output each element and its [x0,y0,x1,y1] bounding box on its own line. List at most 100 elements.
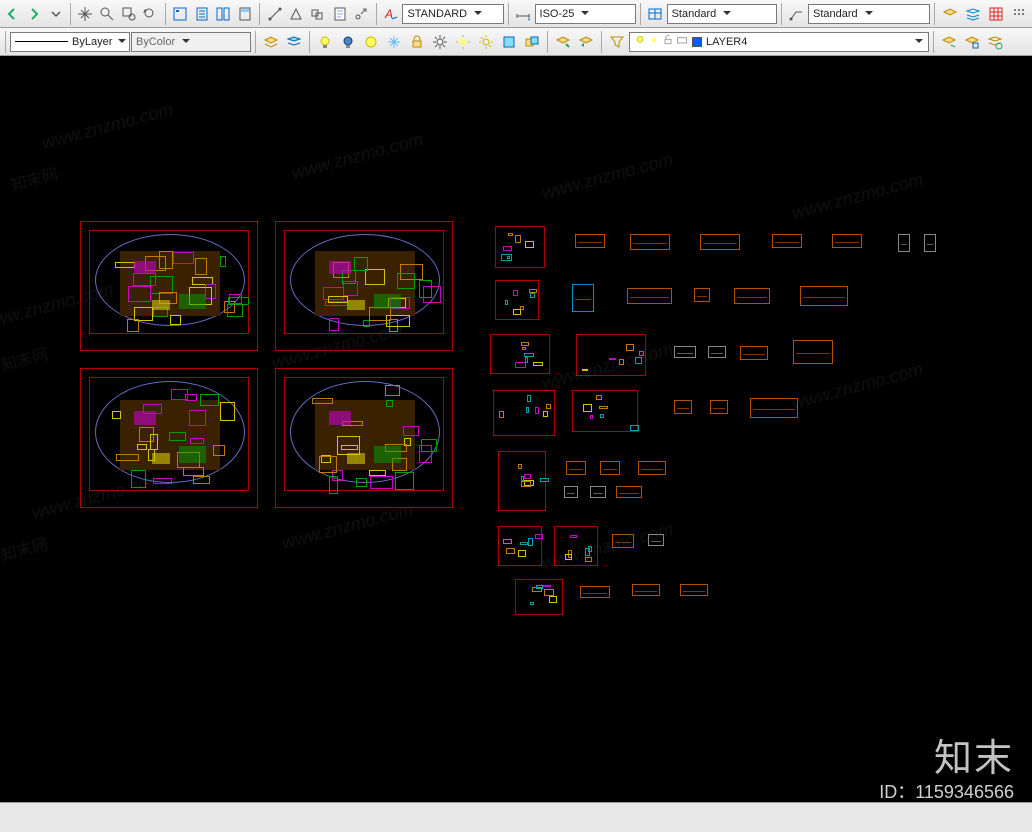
text-style-dropdown[interactable]: STANDARD [402,4,503,24]
layer-iso-icon[interactable] [498,31,520,53]
nav-fwd-button[interactable] [24,3,45,25]
separator [601,31,602,53]
detail-drawing [710,400,728,414]
sun-thaw-icon[interactable] [475,31,497,53]
table-style-icon[interactable] [645,3,666,25]
detail-drawing [627,288,672,304]
mleader-style-dropdown[interactable]: Standard [808,4,930,24]
detail-sheet [495,280,539,320]
grid-icon[interactable] [1008,3,1030,25]
layer-tool1-icon[interactable] [938,31,960,53]
dim-style-icon[interactable] [513,3,534,25]
tool-palette-button[interactable] [213,3,234,25]
sheetset-button[interactable] [191,3,212,25]
detail-drawing [694,288,710,302]
dim-style-dropdown[interactable]: ISO-25 [535,4,636,24]
watermark: www.znzmo.com [40,99,176,154]
detail-drawing [793,340,833,364]
detail-drawing [740,346,768,360]
color-dropdown[interactable]: ByColor [131,32,251,52]
separator [5,31,6,53]
grid-red-icon[interactable] [985,3,1007,25]
layer-tool2-icon[interactable] [961,31,983,53]
separator [508,3,509,25]
layer-states-button[interactable] [283,31,305,53]
toolbar-row-2: ByLayer ByColor LAYER4 [0,28,1032,56]
separator [309,31,310,53]
plot-icon [676,34,688,49]
area-button[interactable] [286,3,307,25]
detail-drawing [674,400,692,414]
layer-uniso-icon[interactable] [521,31,543,53]
dim-style-value: ISO-25 [540,8,575,20]
text-style-value: STANDARD [407,8,467,20]
current-layer-dropdown[interactable]: LAYER4 [629,32,929,52]
chevron-down-icon [862,6,876,22]
table-style-dropdown[interactable]: Standard [667,4,778,24]
watermark: www.znzmo.com [540,149,676,204]
separator [547,31,548,53]
chevron-down-icon [912,34,926,50]
bulb-on-icon[interactable] [314,31,336,53]
brand-watermark: 知末 ID：1159346566 [879,727,1014,804]
zoom-prev-button[interactable] [140,3,161,25]
separator [255,31,256,53]
plan-sheet [80,368,258,508]
layer-tool3-icon[interactable] [984,31,1006,53]
brand-logo: 知末 [879,727,1014,782]
separator [933,31,934,53]
bulb-on-icon [634,34,646,49]
bulb-off-icon[interactable] [337,31,359,53]
chevron-down-icon[interactable] [45,3,66,25]
linetype-dropdown[interactable]: ByLayer [10,32,130,52]
detail-drawing [580,586,610,598]
chevron-down-icon [179,34,193,50]
layer-filter-icon[interactable] [606,31,628,53]
zoom-realtime-button[interactable] [97,3,118,25]
brand-id: ID：1159346566 [879,778,1014,804]
detail-drawing [648,534,664,546]
detail-drawing [564,486,578,498]
properties-button[interactable] [170,3,191,25]
separator [259,3,260,25]
id-point-button[interactable] [351,3,372,25]
separator [640,3,641,25]
text-style-icon[interactable]: A [381,3,402,25]
freeze-icon[interactable] [360,31,382,53]
pan-button[interactable] [75,3,96,25]
sun-freeze-icon[interactable] [452,31,474,53]
detail-drawing [674,346,696,358]
thaw-icon[interactable] [383,31,405,53]
linetype-value: ByLayer [72,36,112,48]
detail-drawing [600,461,620,475]
region-button[interactable] [308,3,329,25]
lock-open-icon [662,34,674,49]
nav-back-button[interactable] [2,3,23,25]
detail-drawing [638,461,666,475]
detail-sheet [498,526,542,566]
detail-drawing [898,234,910,252]
detail-drawing [680,584,708,596]
lock-icon[interactable] [406,31,428,53]
layers-stack-icon[interactable] [962,3,984,25]
calc-button[interactable] [235,3,256,25]
drawing-canvas[interactable]: www.znzmo.com 知末网 www.znzmo.com 知末网 www.… [0,56,1032,802]
detail-drawing [924,234,936,252]
layer-match-icon[interactable] [552,31,574,53]
dist-button[interactable] [264,3,285,25]
watermark-cn: 知末网 [8,160,61,196]
gear-icon[interactable] [429,31,451,53]
list-button[interactable] [329,3,350,25]
zoom-window-button[interactable] [118,3,139,25]
detail-drawing [800,286,848,306]
detail-drawing [630,234,670,250]
mleader-style-icon[interactable] [786,3,807,25]
layer-prop-button[interactable] [260,31,282,53]
detail-sheet [554,526,598,566]
detail-drawing [590,486,606,498]
layer-prev-icon[interactable] [575,31,597,53]
watermark: www.znzmo.com [790,169,926,224]
detail-drawing [700,234,740,250]
layers-panel-icon[interactable] [939,3,961,25]
watermark: www.znzmo.com [790,359,926,414]
